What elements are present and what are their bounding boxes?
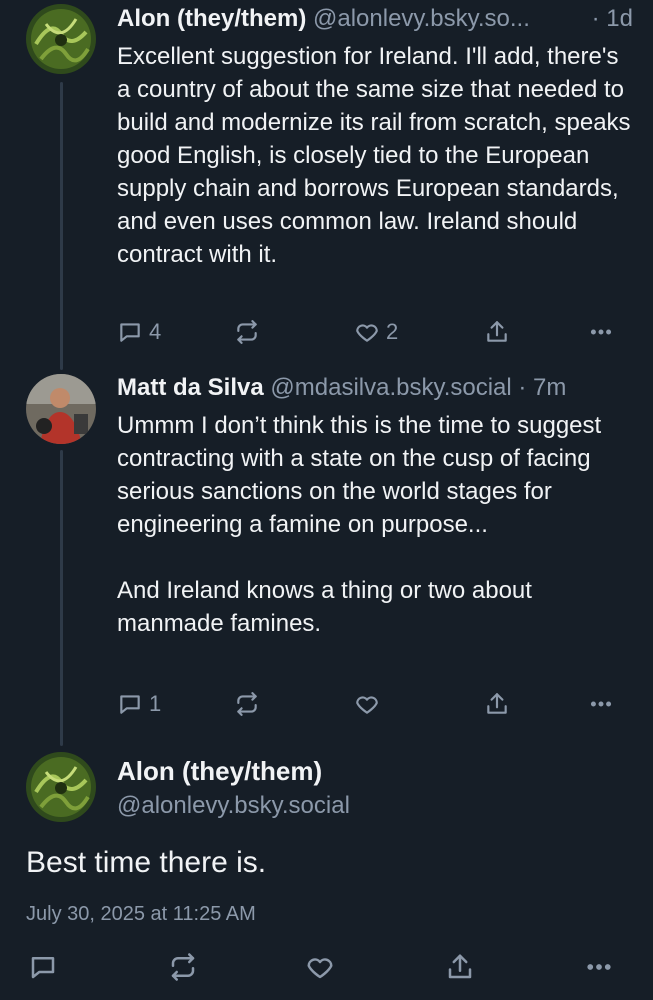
main-post-actions xyxy=(0,952,653,986)
like-icon xyxy=(307,958,333,979)
post-text: Best time there is. xyxy=(26,846,267,879)
like-count: 2 xyxy=(386,319,399,344)
share-icon xyxy=(487,321,507,342)
reply-count: 4 xyxy=(149,319,162,344)
repost-icon xyxy=(171,953,195,981)
repost-button[interactable] xyxy=(234,689,260,719)
avatar[interactable] xyxy=(26,752,96,822)
reply-button[interactable] xyxy=(28,952,58,982)
repost-button[interactable] xyxy=(234,317,260,347)
more-icon xyxy=(590,701,612,707)
share-icon xyxy=(487,693,507,714)
like-button[interactable] xyxy=(354,689,386,719)
more-icon xyxy=(587,964,611,970)
share-icon xyxy=(448,954,472,979)
like-icon xyxy=(356,324,378,342)
post-date: July 30, 2025 at 11:25 AM xyxy=(26,903,256,925)
author-handle[interactable]: @alonlevy.bsky.social xyxy=(117,792,350,820)
reply-post[interactable]: Matt da Silva @mdasilva.bsky.social · 7m… xyxy=(117,373,633,640)
repost-button[interactable] xyxy=(168,952,198,982)
post-header: Alon (they/them) @alonlevy.bsky.so... · … xyxy=(117,4,633,34)
more-button[interactable] xyxy=(588,317,614,347)
thread-line xyxy=(60,82,63,370)
post-time[interactable]: · 1d xyxy=(592,4,633,34)
post-header: Matt da Silva @mdasilva.bsky.social · 7m xyxy=(117,373,633,403)
author-name[interactable]: Alon (they/them) xyxy=(117,5,306,32)
reply-button[interactable]: 1 xyxy=(117,689,161,719)
repost-icon xyxy=(237,692,257,716)
reply-button[interactable]: 4 xyxy=(117,317,161,347)
share-button[interactable] xyxy=(484,689,510,719)
like-button[interactable]: 2 xyxy=(354,317,398,347)
thread-line xyxy=(60,450,63,746)
author-name[interactable]: Matt da Silva xyxy=(117,374,264,401)
like-icon xyxy=(356,696,378,714)
reply-icon xyxy=(120,323,140,342)
like-button[interactable] xyxy=(305,952,335,982)
post-actions: 4 2 xyxy=(117,317,617,347)
repost-icon xyxy=(237,320,257,344)
post-text: Ummm I don’t think this is the time to s… xyxy=(117,412,602,637)
reply-count: 1 xyxy=(149,691,162,716)
post-actions: 1 xyxy=(117,689,617,719)
post-time[interactable]: · 7m xyxy=(518,374,566,401)
more-icon xyxy=(590,329,612,335)
reply-icon xyxy=(120,695,140,714)
more-button[interactable] xyxy=(584,952,614,982)
avatar[interactable] xyxy=(26,374,96,444)
avatar[interactable] xyxy=(26,4,96,74)
reply-post[interactable]: Alon (they/them) @alonlevy.bsky.so... · … xyxy=(117,4,633,271)
reply-icon xyxy=(31,957,55,979)
share-button[interactable] xyxy=(484,317,510,347)
author-handle[interactable]: @alonlevy.bsky.so... xyxy=(313,5,530,32)
post-text: Excellent suggestion for Ireland. I'll a… xyxy=(117,43,638,268)
more-button[interactable] xyxy=(588,689,614,719)
author-handle[interactable]: @mdasilva.bsky.social xyxy=(270,374,511,401)
author-name[interactable]: Alon (they/them) xyxy=(117,756,322,787)
share-button[interactable] xyxy=(445,952,475,982)
